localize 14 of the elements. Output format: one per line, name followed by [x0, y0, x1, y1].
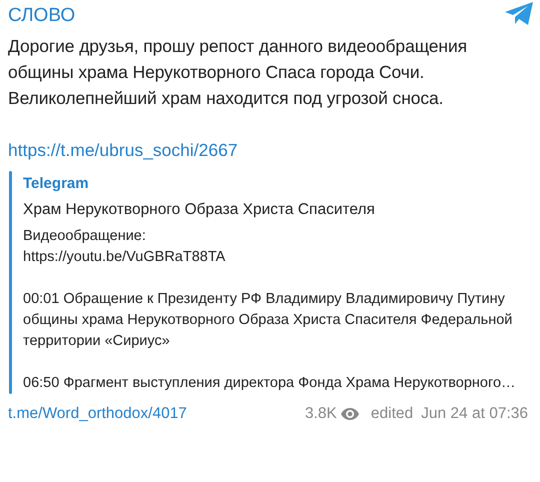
post-link[interactable]: t.me/Word_orthodox/4017	[8, 405, 187, 423]
preview-title: Храм Нерукотворного Образа Христа Спасителя	[23, 200, 376, 220]
message-text: Дорогие друзья, прошу репост данного видеообращения общины храма Нерукотворного Спаса города Сочи. Великолепнейший храм находится под угрозой сноса.	[8, 35, 468, 110]
edited-label: edited	[370, 405, 414, 423]
view-count: 3.8K	[305, 405, 337, 423]
preview-description: Видеообращение: https://youtu.be/VuGBRaT88TA	[23, 227, 226, 267]
channel-name[interactable]: СЛОВО	[8, 5, 76, 27]
post-date: Jun 24 at 07:36	[421, 405, 528, 423]
eye-icon	[340, 408, 359, 420]
preview-description: 00:01 Обращение к Президенту РФ Владимиру Владимировичу Путину общины храма Нерукотворного Образа Христа Спасителя Федеральной территории «Сириус»	[23, 290, 514, 351]
message-link[interactable]: https://t.me/ubrus_sochi/2667	[8, 137, 238, 163]
preview-site-name: Telegram	[23, 174, 90, 194]
paper-plane-icon	[504, 2, 534, 26]
preview-description: 06:50 Фрагмент выступления директора Фонда Храма Нерукотворного…	[23, 374, 517, 393]
